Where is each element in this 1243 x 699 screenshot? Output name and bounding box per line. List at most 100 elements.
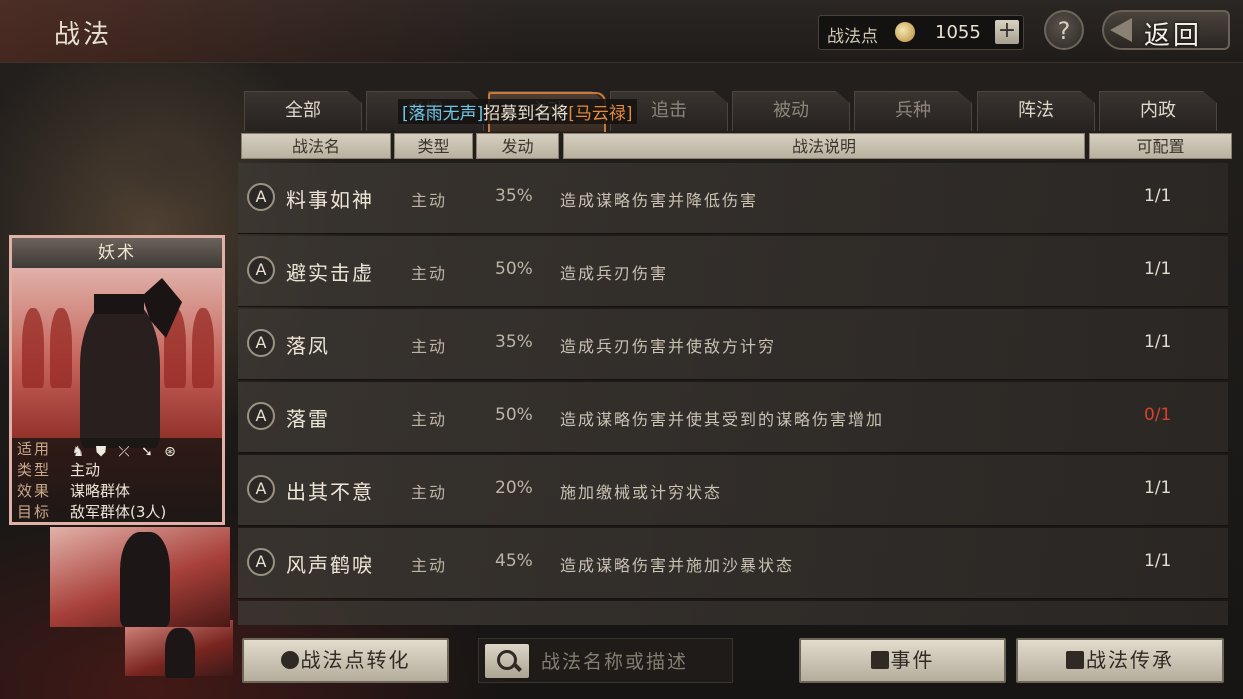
event-button[interactable]: 事件 — [799, 638, 1006, 683]
back-button-label: 返回 — [1144, 21, 1203, 51]
skill-type: 主动 — [411, 191, 448, 210]
card-apply-row: 适用 ♞ ⛊ ⤫ ➘ ⊛ — [12, 439, 222, 460]
grade-badge: A — [247, 475, 275, 503]
inherit-skill-button[interactable]: 战法传承 — [1016, 638, 1224, 683]
skill-description: 造成谋略伤害并使其受到的谋略伤害增加 — [560, 410, 885, 429]
tab-passive[interactable]: 被动 — [732, 91, 850, 131]
card-figure — [165, 628, 195, 678]
notice-player: [落雨无声] — [402, 104, 484, 124]
table-row[interactable]: A 风声鹤唳 主动 45% 造成谋略伤害并施加沙暴状态 1/1 — [238, 528, 1228, 599]
skill-rate: 50% — [495, 405, 533, 425]
table-row[interactable]: A 出其不意 主动 20% 施加缴械或计穷状态 1/1 — [238, 455, 1228, 526]
grade-badge: A — [247, 548, 275, 576]
table-row[interactable] — [238, 601, 1228, 625]
grade-badge: A — [247, 183, 275, 211]
skill-name: 落雷 — [286, 407, 330, 431]
skill-type: 主动 — [411, 556, 448, 575]
skill-rate: 35% — [495, 186, 533, 206]
siege-icon: ⊛ — [164, 444, 176, 460]
spear-icon: ➘ — [141, 444, 153, 460]
card-soldier — [50, 308, 72, 388]
tab-formation[interactable]: 阵法 — [977, 91, 1095, 131]
table-row[interactable]: A 落雷 主动 50% 造成谋略伤害并使其受到的谋略伤害增加 0/1 — [238, 382, 1228, 453]
convert-points-label: 战法点转化 — [300, 648, 411, 672]
table-row[interactable]: A 避实击虚 主动 50% 造成兵刃伤害 1/1 — [238, 236, 1228, 307]
skill-name: 料事如神 — [286, 188, 374, 212]
column-header-config[interactable]: 可配置 — [1089, 133, 1232, 159]
add-points-button[interactable]: + — [995, 20, 1019, 44]
column-header-desc: 战法说明 — [563, 133, 1085, 159]
card-target-key: 目标 — [17, 503, 52, 521]
search-input[interactable] — [539, 646, 723, 678]
card-type-row: 类型 主动 — [12, 460, 222, 481]
skill-point-icon — [280, 651, 299, 669]
skill-type: 主动 — [411, 264, 448, 283]
skill-config-count: 1/1 — [1144, 332, 1172, 352]
card-apply-key: 适用 — [17, 440, 52, 458]
tab-internal[interactable]: 内政 — [1099, 91, 1217, 131]
skill-config-count: 1/1 — [1144, 186, 1172, 206]
inherit-skill-label: 战法传承 — [1086, 648, 1174, 672]
table-row[interactable]: A 落凤 主动 35% 造成兵刃伤害并使敌方计穷 1/1 — [238, 309, 1228, 380]
skill-type: 主动 — [411, 410, 448, 429]
skill-name: 风声鹤唳 — [286, 553, 374, 577]
skill-list[interactable]: A 料事如神 主动 35% 造成谋略伤害并降低伤害 1/1 A 避实击虚 主动 … — [238, 163, 1233, 625]
event-label: 事件 — [890, 648, 935, 672]
skill-config-count: 0/1 — [1144, 405, 1172, 425]
skill-card[interactable]: 妖术 适用 ♞ ⛊ ⤫ ➘ ⊛ 类型 主动 效果 谋略群体 目标 敌军群体(3人) — [9, 235, 225, 525]
table-row[interactable]: A 料事如神 主动 35% 造成谋略伤害并降低伤害 1/1 — [238, 163, 1228, 234]
card-sorcerer-figure — [80, 298, 160, 448]
card-target-row: 目标 敌军群体(3人) — [12, 502, 222, 522]
card-type-value: 主动 — [70, 461, 101, 479]
skill-name: 落凤 — [286, 334, 330, 358]
card-effect-key: 效果 — [17, 482, 52, 500]
tab-troop[interactable]: 兵种 — [854, 91, 972, 131]
top-bar: 战法 战法点 1055 + ? 返回 — [0, 0, 1243, 63]
page-title: 战法 — [54, 20, 113, 50]
column-header-rate[interactable]: 发动 — [476, 133, 559, 159]
cavalry-icon: ♞ — [71, 444, 85, 460]
event-icon — [870, 651, 889, 669]
card-soldier — [192, 308, 214, 388]
skill-points-label: 战法点 — [827, 27, 878, 47]
column-header-name[interactable]: 战法名 — [241, 133, 391, 159]
card-title: 妖术 — [12, 238, 222, 268]
help-button[interactable]: ? — [1044, 10, 1084, 50]
skill-name: 避实击虚 — [286, 261, 374, 285]
skill-type: 主动 — [411, 483, 448, 502]
convert-points-button[interactable]: 战法点转化 — [242, 638, 449, 683]
skill-points-value: 1055 — [935, 22, 981, 43]
notice-text: 招募到名将 — [483, 104, 569, 124]
skill-rate: 20% — [495, 478, 533, 498]
skill-config-count: 1/1 — [1144, 478, 1172, 498]
grade-badge: A — [247, 402, 275, 430]
shield-icon: ⛊ — [95, 444, 107, 460]
skill-description: 造成兵刃伤害并使敌方计穷 — [560, 337, 777, 356]
hammer-icon — [1066, 651, 1084, 669]
column-header-type[interactable]: 类型 — [394, 133, 473, 159]
back-arrow-icon — [1110, 18, 1132, 42]
back-button[interactable]: 返回 — [1102, 10, 1230, 51]
skill-rate: 35% — [495, 332, 533, 352]
skill-description: 造成兵刃伤害 — [560, 264, 669, 283]
skill-point-icon — [895, 22, 915, 42]
skill-name: 出其不意 — [286, 480, 374, 504]
notice-general: [马云禄] — [568, 104, 633, 124]
search-icon-handle — [512, 662, 522, 672]
card-soldier — [22, 308, 44, 388]
card-stack-middle — [50, 527, 230, 627]
search-box[interactable] — [478, 638, 733, 683]
troop-icons: ♞ ⛊ ⤫ ➘ ⊛ — [70, 441, 185, 460]
skill-description: 施加缴械或计穷状态 — [560, 483, 723, 502]
grade-badge: A — [247, 256, 275, 284]
card-effect-row: 效果 谋略群体 — [12, 481, 222, 502]
card-figure — [120, 532, 170, 627]
card-sorcerer-hat — [94, 294, 144, 314]
search-button[interactable] — [485, 644, 529, 678]
skill-points-display: 战法点 1055 + — [818, 15, 1024, 50]
skill-rate: 50% — [495, 259, 533, 279]
tab-all[interactable]: 全部 — [244, 91, 362, 131]
skill-config-count: 1/1 — [1144, 551, 1172, 571]
card-type-key: 类型 — [17, 461, 52, 479]
card-effect-value: 谋略群体 — [70, 482, 131, 500]
